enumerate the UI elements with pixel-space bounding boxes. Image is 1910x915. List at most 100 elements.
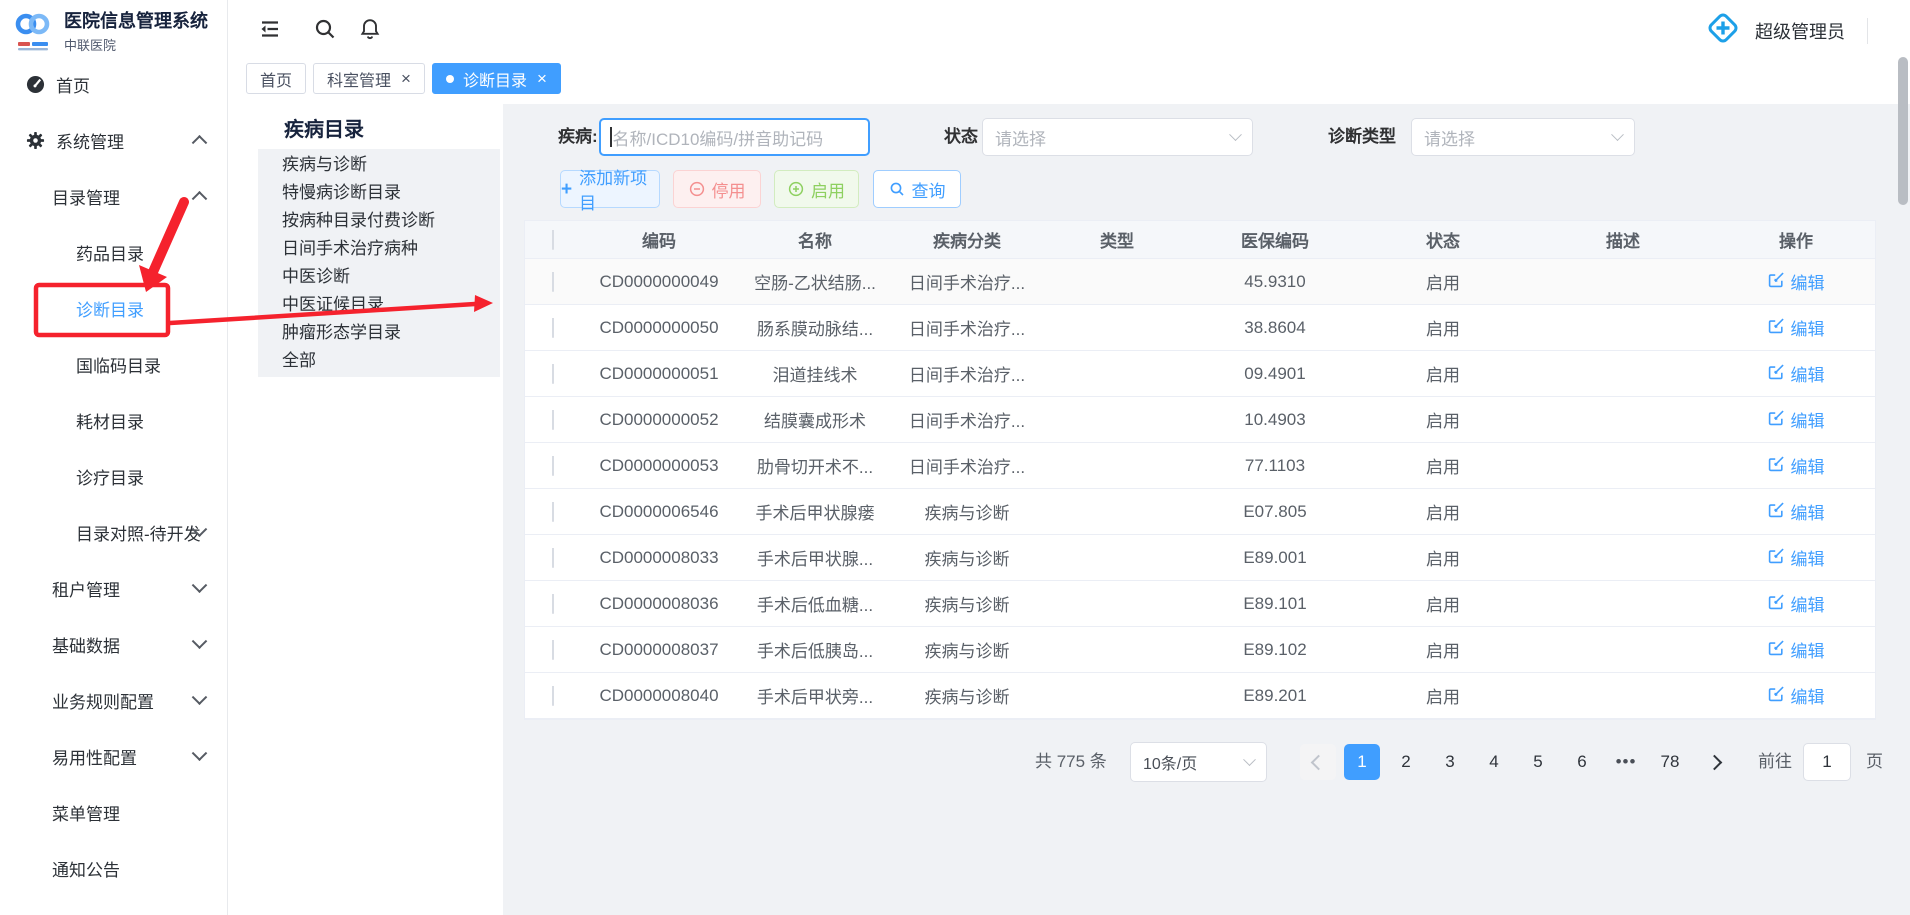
cell-category: 日间手术治疗... bbox=[893, 269, 1041, 294]
page-button-3[interactable]: 3 bbox=[1432, 744, 1468, 780]
edit-button[interactable]: 编辑 bbox=[1768, 499, 1825, 524]
column-header: 名称 bbox=[737, 227, 893, 252]
row-checkbox[interactable] bbox=[552, 456, 554, 476]
sidebar-item-consumable-catalog[interactable]: 耗材目录 bbox=[0, 392, 227, 448]
catalog-list-item[interactable]: 中医诊断 bbox=[258, 263, 500, 291]
catalog-list-item[interactable]: 肿瘤形态学目录 bbox=[258, 319, 500, 347]
edit-button[interactable]: 编辑 bbox=[1768, 269, 1825, 294]
sidebar-item-drug-catalog[interactable]: 药品目录 bbox=[0, 224, 227, 280]
row-checkbox[interactable] bbox=[552, 686, 554, 706]
content: 疾病目录 疾病与诊断特慢病诊断目录按病种目录付费诊断日间手术治疗病种中医诊断中医… bbox=[227, 104, 1910, 915]
row-checkbox[interactable] bbox=[552, 502, 554, 522]
catalog-list-item[interactable]: 日间手术治疗病种 bbox=[258, 235, 500, 263]
edit-button[interactable]: 编辑 bbox=[1768, 453, 1825, 478]
row-checkbox[interactable] bbox=[552, 548, 554, 568]
tab-home[interactable]: 首页 bbox=[246, 63, 306, 94]
prev-page-button[interactable] bbox=[1300, 744, 1336, 780]
minus-circle-icon bbox=[689, 181, 705, 197]
cell-category: 疾病与诊断 bbox=[893, 591, 1041, 616]
catalog-list-item[interactable]: 中医证候目录 bbox=[258, 291, 500, 319]
sidebar-item-treatment-catalog[interactable]: 诊疗目录 bbox=[0, 448, 227, 504]
row-checkbox[interactable] bbox=[552, 318, 554, 338]
page-button-78[interactable]: 78 bbox=[1652, 744, 1688, 780]
goto-page-input[interactable] bbox=[1803, 743, 1851, 781]
add-new-item-button[interactable]: + 添加新项目 bbox=[560, 170, 660, 208]
disable-button[interactable]: 停用 bbox=[673, 170, 761, 208]
sidebar-item-tenant-management[interactable]: 租户管理 bbox=[0, 560, 227, 616]
table-header-row: 编码名称疾病分类类型医保编码状态描述操作 bbox=[525, 221, 1875, 259]
sidebar-item-diagnosis-catalog[interactable]: 诊断目录 bbox=[0, 280, 227, 336]
status-select[interactable]: 请选择 bbox=[982, 118, 1253, 156]
sidebar-item-basic-data[interactable]: 基础数据 bbox=[0, 616, 227, 672]
catalog-list-item[interactable]: 全部 bbox=[258, 347, 500, 375]
bell-icon[interactable] bbox=[358, 17, 382, 41]
sidebar-item-catalog-compare[interactable]: 目录对照-待开发 bbox=[0, 504, 227, 560]
sidebar-item-catalog-management[interactable]: 目录管理 bbox=[0, 168, 227, 224]
page-button-5[interactable]: 5 bbox=[1520, 744, 1556, 780]
next-page-button[interactable] bbox=[1696, 744, 1732, 780]
pager-ellipsis[interactable]: ••• bbox=[1608, 744, 1644, 780]
row-checkbox[interactable] bbox=[552, 640, 554, 660]
edit-button[interactable]: 编辑 bbox=[1768, 545, 1825, 570]
cell-code: CD0000008033 bbox=[581, 548, 737, 568]
edit-button[interactable]: 编辑 bbox=[1768, 637, 1825, 662]
sidebar-item-home[interactable]: 首页 bbox=[0, 56, 227, 112]
edit-button[interactable]: 编辑 bbox=[1768, 683, 1825, 708]
catalog-list-item[interactable]: 特慢病诊断目录 bbox=[258, 179, 500, 207]
sidebar-item-usability-config[interactable]: 易用性配置 bbox=[0, 728, 227, 784]
search-icon[interactable] bbox=[313, 17, 337, 41]
tab-diagnosis-catalog[interactable]: 诊断目录× bbox=[432, 63, 561, 94]
collapse-menu-icon[interactable] bbox=[258, 17, 282, 41]
close-icon[interactable]: × bbox=[537, 70, 547, 87]
gear-icon bbox=[26, 131, 45, 150]
page-button-2[interactable]: 2 bbox=[1388, 744, 1424, 780]
cell-action: 编辑 bbox=[1717, 453, 1875, 478]
diagnosis-type-select[interactable]: 请选择 bbox=[1411, 118, 1635, 156]
edit-icon bbox=[1768, 455, 1785, 477]
catalog-list-item[interactable]: 疾病与诊断 bbox=[258, 151, 500, 179]
diagnosis-type-filter-label: 诊断类型 bbox=[1328, 118, 1396, 156]
sidebar-item-business-rules[interactable]: 业务规则配置 bbox=[0, 672, 227, 728]
page-button-4[interactable]: 4 bbox=[1476, 744, 1512, 780]
cell-category: 疾病与诊断 bbox=[893, 637, 1041, 662]
cell-action: 编辑 bbox=[1717, 407, 1875, 432]
row-checkbox[interactable] bbox=[552, 410, 554, 430]
tab-department-management[interactable]: 科室管理× bbox=[313, 63, 425, 94]
select-all-checkbox[interactable] bbox=[552, 230, 554, 250]
cell-status: 启用 bbox=[1357, 683, 1529, 708]
query-button[interactable]: 查询 bbox=[873, 170, 961, 208]
catalog-list-item[interactable]: 按病种目录付费诊断 bbox=[258, 207, 500, 235]
sidebar-item-notice[interactable]: 通知公告 bbox=[0, 840, 227, 896]
magnifier-icon bbox=[889, 181, 905, 197]
row-checkbox[interactable] bbox=[552, 364, 554, 384]
sidebar-item-menu-management[interactable]: 菜单管理 bbox=[0, 784, 227, 840]
cell-status: 启用 bbox=[1357, 499, 1529, 524]
enable-button[interactable]: 启用 bbox=[774, 170, 859, 208]
user-box[interactable]: 超级管理员 bbox=[1703, 8, 1868, 53]
close-icon[interactable]: × bbox=[401, 70, 411, 87]
chevron-right-icon bbox=[1706, 754, 1722, 770]
page-size-select[interactable]: 10条/页 bbox=[1130, 742, 1267, 782]
sidebar-item-system-management[interactable]: 系统管理 bbox=[0, 112, 227, 168]
disease-search-input[interactable]: 名称/ICD10编码/拼音助记码 bbox=[599, 118, 870, 156]
sidebar-item-national-code-catalog[interactable]: 国临码目录 bbox=[0, 336, 227, 392]
edit-button[interactable]: 编辑 bbox=[1768, 315, 1825, 340]
edit-button[interactable]: 编辑 bbox=[1768, 591, 1825, 616]
cell-code: CD0000008040 bbox=[581, 686, 737, 706]
row-checkbox-cell bbox=[525, 686, 581, 706]
cell-action: 编辑 bbox=[1717, 499, 1875, 524]
cell-category: 日间手术治疗... bbox=[893, 315, 1041, 340]
edit-button[interactable]: 编辑 bbox=[1768, 361, 1825, 386]
row-checkbox[interactable] bbox=[552, 272, 554, 292]
edit-button[interactable]: 编辑 bbox=[1768, 407, 1825, 432]
row-checkbox-cell bbox=[525, 594, 581, 614]
row-checkbox[interactable] bbox=[552, 594, 554, 614]
page-button-6[interactable]: 6 bbox=[1564, 744, 1600, 780]
cell-code: CD0000008036 bbox=[581, 594, 737, 614]
header-checkbox-cell bbox=[525, 230, 581, 250]
edit-label: 编辑 bbox=[1791, 637, 1825, 662]
cell-status: 启用 bbox=[1357, 269, 1529, 294]
cell-category: 疾病与诊断 bbox=[893, 545, 1041, 570]
page-button-1[interactable]: 1 bbox=[1344, 744, 1380, 780]
vertical-scrollbar-thumb[interactable] bbox=[1898, 57, 1908, 205]
